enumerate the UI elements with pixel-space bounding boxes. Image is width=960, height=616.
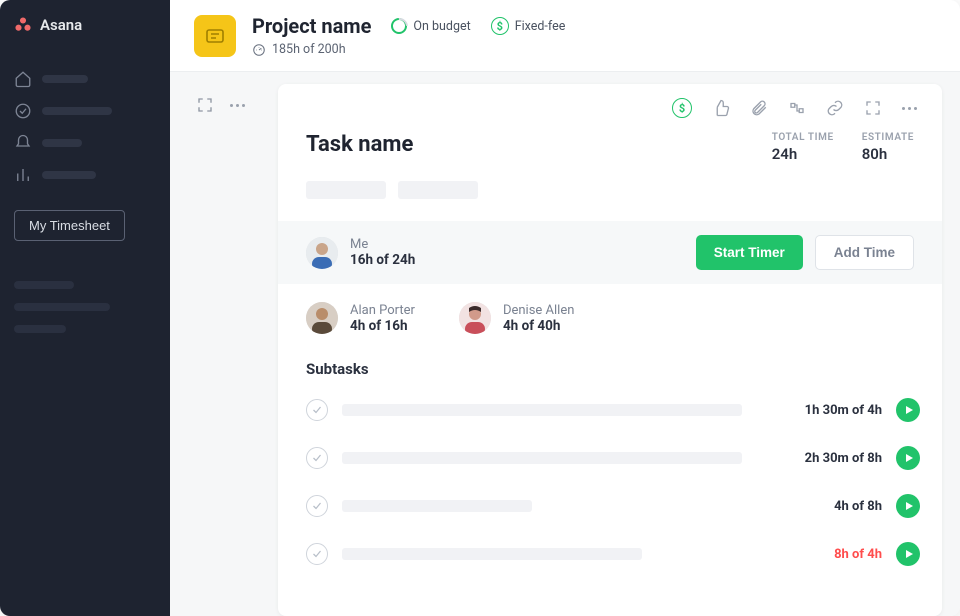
subtask-row[interactable]: 1h 30m of 4h	[278, 386, 942, 434]
nav-home[interactable]	[14, 68, 156, 90]
play-button[interactable]	[896, 398, 920, 422]
avatar	[459, 302, 491, 334]
budget-badge: On budget	[391, 18, 470, 34]
play-icon	[904, 501, 914, 511]
more-icon[interactable]	[902, 99, 920, 117]
subtasks-title: Subtasks	[278, 344, 942, 386]
assignee[interactable]: Alan Porter 4h of 16h	[306, 302, 415, 334]
bell-icon	[14, 134, 32, 152]
budget-label: On budget	[413, 19, 470, 34]
home-icon	[14, 70, 32, 88]
current-user-row: Me 16h of 24h Start Timer Add Time	[278, 221, 942, 284]
list-icon	[206, 29, 224, 43]
asana-logo-icon	[14, 16, 32, 34]
assignee-name: Denise Allen	[503, 303, 574, 318]
task-metrics: TOTAL TIME 24h ESTIMATE 80h	[772, 132, 914, 163]
gauge-icon	[252, 43, 266, 57]
sidebar-item[interactable]	[14, 303, 110, 311]
fee-label: Fixed-fee	[515, 19, 566, 34]
subtask-row[interactable]: 4h of 8h	[278, 482, 942, 530]
subtask-row[interactable]: 2h 30m of 8h	[278, 434, 942, 482]
total-time-value: 24h	[772, 145, 834, 163]
play-button[interactable]	[896, 494, 920, 518]
assignees: Alan Porter 4h of 16h Denise Allen 4h of…	[278, 284, 942, 344]
assignee[interactable]: Denise Allen 4h of 40h	[459, 302, 574, 334]
complete-checkbox[interactable]	[306, 543, 328, 565]
check-icon	[311, 548, 323, 560]
attachment-icon[interactable]	[750, 99, 768, 117]
dollar-circle-icon: $	[491, 17, 509, 35]
more-icon[interactable]	[230, 96, 248, 114]
play-button[interactable]	[896, 542, 920, 566]
project-icon[interactable]	[194, 15, 236, 57]
avatar	[306, 302, 338, 334]
fullscreen-icon[interactable]	[864, 99, 882, 117]
main: Project name On budget $ Fixed-fee 185h …	[170, 0, 960, 616]
me-time: 16h of 24h	[350, 252, 415, 268]
play-icon	[904, 453, 914, 463]
task-card: $ Task name TOTAL TIME 24h	[278, 84, 942, 616]
subtask-row[interactable]: 8h of 4h	[278, 530, 942, 578]
subtask-name-placeholder	[342, 452, 742, 464]
left-actions	[182, 84, 262, 616]
complete-checkbox[interactable]	[306, 399, 328, 421]
assignee-time: 4h of 40h	[503, 318, 574, 334]
check-circle-icon	[14, 102, 32, 120]
sidebar-item[interactable]	[14, 325, 66, 333]
sidebar-section	[14, 281, 156, 333]
estimate-label: ESTIMATE	[862, 132, 914, 143]
subtask-name-placeholder	[342, 404, 742, 416]
project-title[interactable]: Project name	[252, 14, 371, 38]
progress-ring-icon	[391, 18, 407, 34]
check-icon	[311, 452, 323, 464]
subtask-time: 2h 30m of 8h	[805, 451, 882, 466]
task-meta-placeholder	[278, 181, 942, 221]
brand[interactable]: Asana	[14, 16, 156, 34]
play-button[interactable]	[896, 446, 920, 470]
sidebar-item[interactable]	[14, 281, 74, 289]
my-timesheet-button[interactable]: My Timesheet	[14, 210, 125, 241]
complete-checkbox[interactable]	[306, 495, 328, 517]
estimate-value: 80h	[862, 145, 914, 163]
task-name[interactable]: Task name	[306, 132, 413, 157]
nav-inbox[interactable]	[14, 132, 156, 154]
subtask-name-placeholder	[342, 500, 532, 512]
sidebar: Asana My Timesheet	[0, 0, 170, 616]
add-time-button[interactable]: Add Time	[815, 235, 914, 270]
nav-tasks[interactable]	[14, 100, 156, 122]
subtask-time: 4h of 8h	[834, 499, 882, 514]
hours-summary: 185h of 200h	[272, 42, 346, 57]
thumbs-up-icon[interactable]	[712, 99, 730, 117]
me-name: Me	[350, 237, 415, 252]
avatar[interactable]	[306, 237, 338, 269]
play-icon	[904, 549, 914, 559]
complete-checkbox[interactable]	[306, 447, 328, 469]
subtask-time: 1h 30m of 4h	[805, 403, 882, 418]
expand-icon[interactable]	[196, 96, 214, 114]
app-root: Asana My Timesheet	[0, 0, 960, 616]
link-icon[interactable]	[826, 99, 844, 117]
check-icon	[311, 404, 323, 416]
bar-chart-icon	[14, 166, 32, 184]
assignee-name: Alan Porter	[350, 303, 415, 318]
task-toolbar: $	[278, 84, 942, 126]
play-icon	[904, 405, 914, 415]
billable-icon[interactable]: $	[672, 98, 692, 118]
assignee-time: 4h of 16h	[350, 318, 415, 334]
check-icon	[311, 500, 323, 512]
brand-name: Asana	[40, 16, 82, 34]
subtasks-icon[interactable]	[788, 99, 806, 117]
fee-badge: $ Fixed-fee	[491, 17, 566, 35]
subtask-name-placeholder	[342, 548, 642, 560]
project-header: Project name On budget $ Fixed-fee 185h …	[170, 0, 960, 72]
total-time-label: TOTAL TIME	[772, 132, 834, 143]
subtask-time: 8h of 4h	[834, 547, 882, 562]
nav-reports[interactable]	[14, 164, 156, 186]
start-timer-button[interactable]: Start Timer	[696, 235, 803, 270]
